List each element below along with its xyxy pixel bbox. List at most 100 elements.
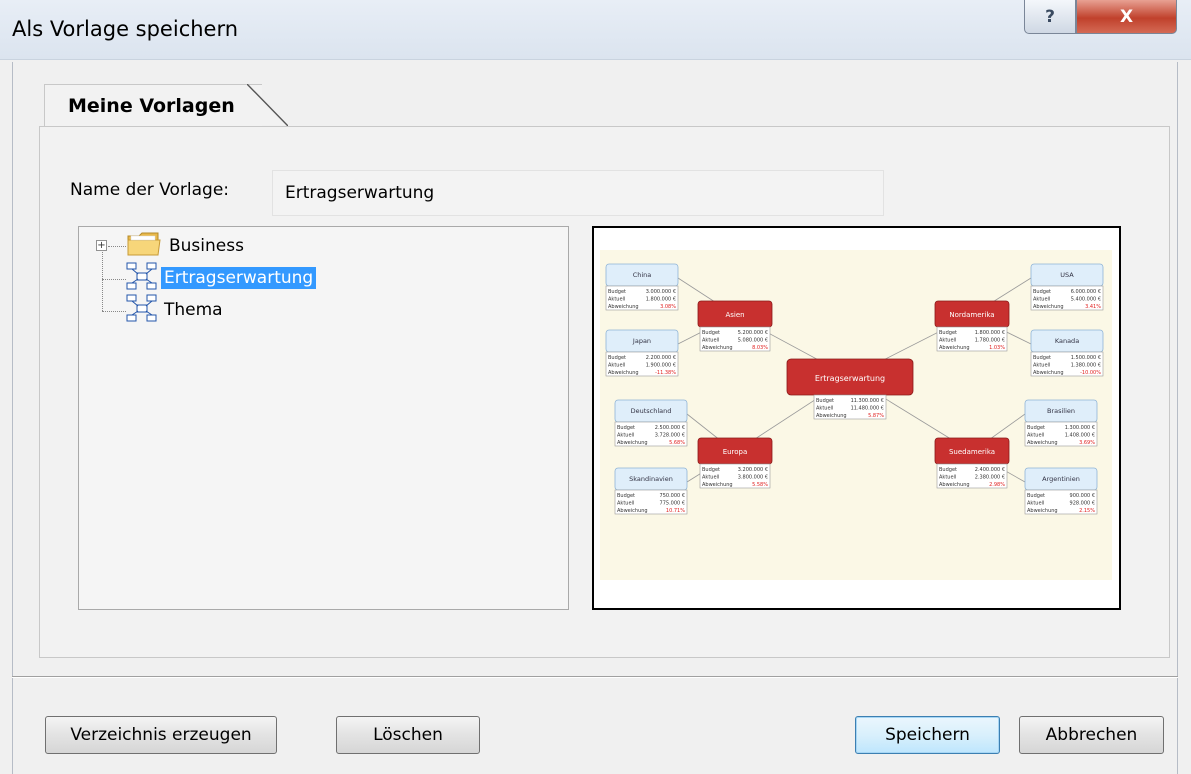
preview-table-value: 5.68% bbox=[669, 440, 685, 446]
preview-table-key: Budget bbox=[617, 493, 635, 499]
preview-leaf-table: Budget 2.500.000 € Aktuell 3.728.000 € Abwei… bbox=[614, 421, 688, 447]
tree-item-label: Ertragserwartung bbox=[161, 267, 317, 289]
close-icon: X bbox=[1119, 6, 1134, 27]
preview-table-key: Budget bbox=[617, 425, 635, 431]
preview-table-value: 1.800.000 € bbox=[646, 297, 676, 303]
tree-connector bbox=[108, 246, 126, 247]
preview-table-value: 3.41% bbox=[1085, 304, 1101, 310]
expand-toggle[interactable]: + bbox=[96, 240, 107, 251]
preview-central-table: Budget 11.300.000 € Aktuell 11.480.000 € Abw… bbox=[813, 394, 887, 420]
preview-leaf-table: Budget 3.000.000 € Aktuell 1.800.000 € Abwei… bbox=[605, 285, 679, 311]
preview-leaf-label: Brasilien bbox=[1047, 407, 1075, 415]
help-icon: ? bbox=[1045, 6, 1055, 27]
preview-table-value: 3.800.000 € bbox=[738, 475, 768, 481]
preview-table-value: 1.500.000 € bbox=[1071, 355, 1101, 361]
preview-table-value: 1.800.000 € bbox=[975, 330, 1005, 336]
preview-table-key: Abweichung bbox=[702, 482, 733, 488]
preview-table-value: 5.080.000 € bbox=[738, 338, 768, 344]
preview-table-key: Budget bbox=[816, 398, 834, 404]
create-directory-button[interactable]: Verzeichnis erzeugen bbox=[45, 716, 277, 754]
preview-table-value: 3.08% bbox=[660, 304, 676, 310]
preview-table-key: Aktuell bbox=[702, 338, 719, 344]
tree-item-thema[interactable]: Thema bbox=[125, 294, 226, 323]
preview-table-key: Aktuell bbox=[617, 501, 634, 507]
preview-table-value: 5.58% bbox=[752, 482, 768, 488]
close-button[interactable]: X bbox=[1076, 0, 1177, 34]
preview-leaf-table: Budget 2.200.000 € Aktuell 1.900.000 € Abwei… bbox=[605, 351, 679, 377]
preview-central-label: Ertragserwartung bbox=[815, 374, 885, 383]
preview-table-key: Aktuell bbox=[617, 433, 634, 439]
preview-table-value: 775.000 € bbox=[660, 501, 685, 507]
preview-table-key: Aktuell bbox=[1027, 501, 1044, 507]
preview-table-key: Aktuell bbox=[608, 297, 625, 303]
separator bbox=[12, 676, 1178, 678]
tree-item-label: Business bbox=[169, 236, 244, 256]
help-button[interactable]: ? bbox=[1024, 0, 1076, 34]
preview-table-key: Abweichung bbox=[1033, 370, 1064, 376]
preview-table-value: 1.780.000 € bbox=[975, 338, 1005, 344]
mindmap-template-icon bbox=[125, 293, 159, 328]
preview-table-value: 1.408.000 € bbox=[1065, 433, 1095, 439]
preview-leaf-label: Argentinien bbox=[1042, 475, 1080, 483]
preview-table-value: 5.200.000 € bbox=[738, 330, 768, 336]
preview-table-value: -10.00% bbox=[1080, 370, 1101, 376]
preview-table-key: Abweichung bbox=[1033, 304, 1064, 310]
preview-table-key: Budget bbox=[702, 330, 720, 336]
preview-table-key: Budget bbox=[702, 467, 720, 473]
preview-table-value: 1.380.000 € bbox=[1071, 363, 1101, 369]
title-bar: Als Vorlage speichern ? X bbox=[0, 0, 1191, 60]
tree-item-business[interactable]: Business bbox=[127, 231, 247, 262]
delete-button[interactable]: Löschen bbox=[336, 716, 480, 754]
preview-leaf-label: Japan bbox=[632, 337, 651, 345]
preview-table-value: 5.87% bbox=[868, 413, 884, 419]
preview-table-key: Abweichung bbox=[608, 370, 639, 376]
preview-leaf-table: Budget 1.300.000 € Aktuell 1.408.000 € Abwei… bbox=[1024, 421, 1098, 447]
tree-connector bbox=[102, 241, 103, 311]
window-title: Als Vorlage speichern bbox=[12, 17, 239, 41]
preview-table-key: Budget bbox=[608, 355, 626, 361]
preview-table-value: -11.38% bbox=[655, 370, 676, 376]
preview-table-value: 1.900.000 € bbox=[646, 363, 676, 369]
preview-table-key: Abweichung bbox=[939, 345, 970, 351]
preview-table-key: Budget bbox=[608, 289, 626, 295]
mindmap-preview-image: China Budget 3.000.000 € Aktuell 1.800.000 €… bbox=[600, 250, 1112, 580]
preview-table-key: Budget bbox=[1033, 355, 1051, 361]
preview-table-key: Aktuell bbox=[1033, 297, 1050, 303]
tab-edge bbox=[246, 84, 288, 126]
preview-table-key: Abweichung bbox=[816, 413, 847, 419]
preview-table-key: Budget bbox=[939, 330, 957, 336]
preview-leaf-label: Kanada bbox=[1055, 337, 1079, 345]
preview-table-value: 3.200.000 € bbox=[738, 467, 768, 473]
preview-table-value: 6.000.000 € bbox=[1071, 289, 1101, 295]
preview-table-key: Abweichung bbox=[608, 304, 639, 310]
preview-table-key: Aktuell bbox=[939, 475, 956, 481]
preview-table-value: 2.200.000 € bbox=[646, 355, 676, 361]
preview-table-key: Abweichung bbox=[1027, 440, 1058, 446]
preview-leaf-label: China bbox=[633, 271, 652, 279]
cancel-button[interactable]: Abbrechen bbox=[1019, 716, 1164, 754]
save-button[interactable]: Speichern bbox=[855, 716, 1000, 754]
preview-table-value: 3.000.000 € bbox=[646, 289, 676, 295]
preview-table-value: 10.71% bbox=[666, 508, 685, 514]
tree-item-ertragserwartung[interactable]: Ertragserwartung bbox=[125, 262, 317, 291]
preview-leaf-table: Budget 900.000 € Aktuell 928.000 € Abweichun… bbox=[1024, 489, 1098, 515]
preview-leaf-table: Budget 750.000 € Aktuell 775.000 € Abweichun… bbox=[614, 489, 688, 515]
template-name-input[interactable] bbox=[272, 170, 884, 216]
preview-branch-label: Nordamerika bbox=[949, 311, 994, 319]
preview-table-key: Abweichung bbox=[939, 482, 970, 488]
preview-table-value: 2.380.000 € bbox=[975, 475, 1005, 481]
tree-connector bbox=[102, 311, 126, 312]
preview-table-value: 3.69% bbox=[1079, 440, 1095, 446]
preview-table-key: Aktuell bbox=[1033, 363, 1050, 369]
folder-icon bbox=[127, 231, 161, 262]
tab-label: Meine Vorlagen bbox=[68, 95, 235, 117]
template-preview: China Budget 3.000.000 € Aktuell 1.800.000 €… bbox=[592, 226, 1121, 610]
preview-branch-label: Suedamerika bbox=[949, 448, 995, 456]
preview-table-value: 1.300.000 € bbox=[1065, 425, 1095, 431]
template-tree[interactable]: + Business Ertragserwartung Thema bbox=[78, 226, 569, 610]
preview-branch-table: Budget 3.200.000 € Aktuell 3.800.000 € Abwei… bbox=[699, 463, 771, 489]
preview-table-value: 2.500.000 € bbox=[655, 425, 685, 431]
preview-table-value: 11.480.000 € bbox=[851, 406, 884, 412]
preview-table-key: Aktuell bbox=[816, 406, 833, 412]
tab-meine-vorlagen[interactable]: Meine Vorlagen bbox=[44, 84, 262, 126]
